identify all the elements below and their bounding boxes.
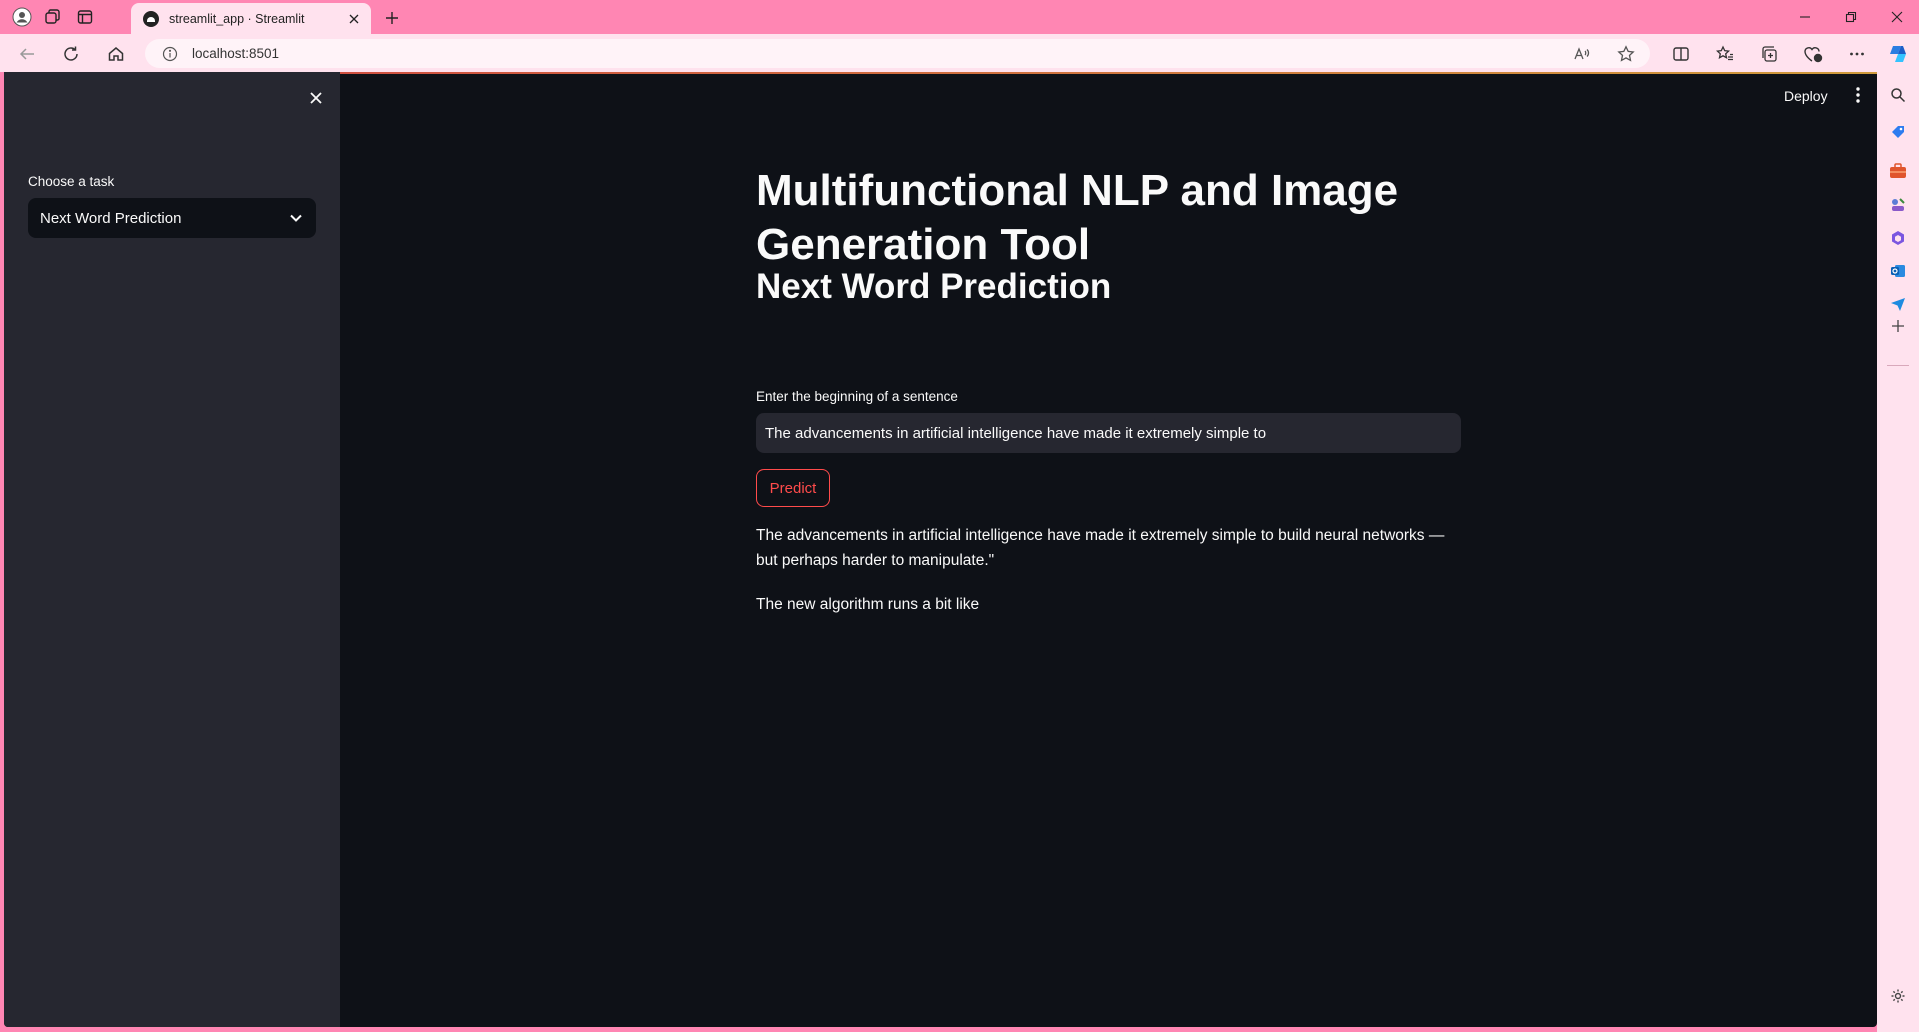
close-window-icon[interactable] [1877,6,1917,28]
restore-icon[interactable] [1831,6,1871,28]
main-menu-icon[interactable] [1848,82,1868,108]
streamlit-app: Choose a task Next Word Prediction Deplo… [4,72,1877,1027]
read-aloud-icon[interactable] [1571,43,1593,65]
task-select[interactable]: Next Word Prediction [28,198,316,238]
address-bar[interactable]: localhost:8501 [145,39,1650,68]
profile-icon[interactable] [11,6,33,28]
page-title: Multifunctional NLP and Image Generation… [756,166,1399,269]
add-app-icon[interactable] [1887,315,1909,337]
shopping-tag-icon[interactable] [1887,121,1909,143]
microsoft-365-icon[interactable] [1887,227,1909,249]
favorites-icon[interactable] [1713,42,1737,66]
streamlit-favicon-icon [143,10,159,27]
workspaces-icon[interactable] [41,6,63,28]
task-select-label: Choose a task [28,174,115,189]
games-icon[interactable] [1887,194,1909,216]
edge-sidebar [1877,72,1919,1032]
prediction-output-line: The advancements in artificial intellige… [756,527,1445,569]
tab-title: streamlit_app · Streamlit [169,11,305,26]
collections-icon[interactable] [1757,42,1781,66]
sentence-input-label: Enter the beginning of a sentence [756,389,958,404]
sidebar-settings-icon[interactable] [1887,985,1909,1007]
minimize-icon[interactable] [1785,6,1825,28]
predict-button[interactable]: Predict [756,469,830,507]
new-tab-icon[interactable] [381,7,403,29]
refresh-icon[interactable] [59,42,83,66]
sentence-input[interactable]: The advancements in artificial intellige… [756,413,1461,453]
prediction-output-line: The new algorithm runs a bit like [756,596,980,613]
split-screen-icon[interactable] [1669,42,1693,66]
favorite-star-icon[interactable] [1615,43,1637,65]
site-info-icon[interactable] [162,46,178,62]
window-bottom-border [0,1027,1877,1032]
copilot-icon[interactable] [1886,42,1910,66]
browser-toolbar: localhost:8501 [0,34,1919,72]
search-icon[interactable] [1887,84,1909,106]
more-options-icon[interactable] [1845,42,1869,66]
tools-icon[interactable] [1887,160,1909,182]
outlook-icon[interactable] [1887,260,1909,282]
home-icon[interactable] [104,42,128,66]
tab-close-icon[interactable] [345,10,363,28]
edge-sidebar-divider [1887,365,1909,366]
browser-tab-bar: streamlit_app · Streamlit [0,0,1919,34]
deploy-button[interactable]: Deploy [1774,82,1838,110]
chevron-down-icon [286,208,306,228]
back-icon[interactable] [15,42,39,66]
tab-streamlit-app[interactable]: streamlit_app · Streamlit [131,3,371,34]
browser-essentials-icon[interactable] [1801,42,1825,66]
sentence-input-value: The advancements in artificial intellige… [765,424,1267,442]
section-subheader: Next Word Prediction [756,267,1112,306]
url-text: localhost:8501 [192,46,280,61]
app-sidebar: Choose a task Next Word Prediction [4,72,340,1027]
vertical-tabs-icon[interactable] [74,6,96,28]
sidebar-close-icon[interactable] [304,86,328,110]
task-select-value: Next Word Prediction [40,209,182,227]
send-icon[interactable] [1887,293,1909,315]
